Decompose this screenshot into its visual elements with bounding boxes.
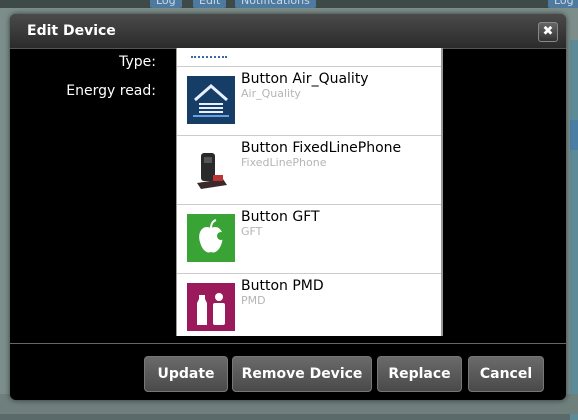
list-item-gft[interactable]: Button GFT GFT bbox=[177, 205, 441, 274]
list-item-sub: PMD bbox=[241, 294, 266, 307]
list-item-air-quality[interactable]: Button Air_Quality Air_Quality bbox=[177, 67, 441, 136]
background-tab-log-2: Log bbox=[548, 0, 578, 8]
background-tab-edit: Edit bbox=[193, 0, 227, 8]
dialog-titlebar: Edit Device ✖ bbox=[10, 14, 566, 49]
close-icon[interactable]: ✖ bbox=[538, 22, 558, 42]
list-item-sub: Air_Quality bbox=[241, 87, 301, 100]
edit-device-dialog: Edit Device ✖ Type: Energy read: Button … bbox=[10, 14, 566, 400]
list-item-name: Button PMD bbox=[241, 278, 324, 294]
phone-icon bbox=[187, 145, 235, 193]
background-sidebar bbox=[570, 40, 578, 420]
list-item-name: Button Air_Quality bbox=[241, 71, 369, 87]
type-label: Type: bbox=[119, 54, 156, 70]
list-item-name: Button GFT bbox=[241, 209, 320, 225]
list-item-sub: GFT bbox=[241, 225, 263, 238]
apple-icon bbox=[187, 214, 235, 262]
list-item-sub: FixedLinePhone bbox=[241, 156, 327, 169]
bottle-icon bbox=[187, 283, 235, 331]
replace-button[interactable]: Replace bbox=[377, 356, 462, 392]
dialog-title: Edit Device bbox=[27, 23, 116, 39]
list-item-name: Button FixedLinePhone bbox=[241, 140, 402, 156]
background-sidebar-accent bbox=[570, 120, 578, 150]
list-item-fixed-line-phone[interactable]: Button FixedLinePhone FixedLinePhone bbox=[177, 136, 441, 205]
energy-read-label: Energy read: bbox=[66, 83, 156, 99]
list-item-partial[interactable] bbox=[177, 48, 441, 67]
air-quality-icon bbox=[187, 76, 235, 124]
dialog-divider bbox=[10, 343, 566, 344]
partial-icon bbox=[191, 50, 227, 58]
remove-device-button[interactable]: Remove Device bbox=[232, 356, 372, 392]
update-button[interactable]: Update bbox=[144, 356, 228, 392]
background-tab-notifications: Notifications bbox=[235, 0, 316, 8]
cancel-button[interactable]: Cancel bbox=[468, 356, 544, 392]
background-tab-log: Log bbox=[150, 0, 182, 8]
list-item-pmd[interactable]: Button PMD PMD bbox=[177, 274, 441, 336]
device-type-dropdown-list[interactable]: Button Air_Quality Air_Quality Button Fi… bbox=[176, 48, 443, 336]
